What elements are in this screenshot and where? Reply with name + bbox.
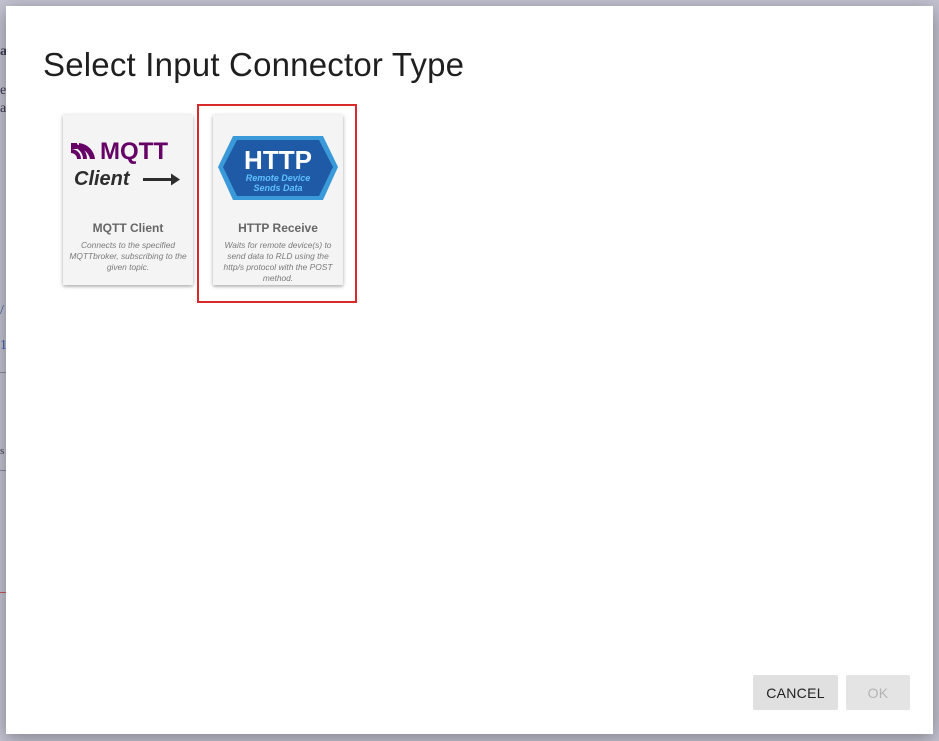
connector-card-http-receive[interactable]: HTTP Remote Device Sends Data HTTP Recei… xyxy=(213,115,343,285)
select-connector-dialog: Select Input Connector Type MQTT Client … xyxy=(6,6,933,734)
http-logo-subtext: Remote Device xyxy=(246,173,311,183)
http-logo-text: HTTP xyxy=(244,145,312,175)
ok-button[interactable]: OK xyxy=(846,675,910,710)
background-text: / xyxy=(0,303,4,318)
dialog-title: Select Input Connector Type xyxy=(43,46,465,83)
connector-name: HTTP Receive xyxy=(238,221,318,235)
connector-card-mqtt-client[interactable]: MQTT Client MQTT Client Connects to the … xyxy=(63,115,193,285)
cancel-button[interactable]: CANCEL xyxy=(753,675,838,710)
connector-description: Waits for remote device(s) to send data … xyxy=(223,240,333,283)
http-receive-logo: HTTP Remote Device Sends Data xyxy=(218,136,338,200)
client-logo-text: Client xyxy=(74,168,131,190)
http-logo-subtext: Sends Data xyxy=(253,183,302,193)
arrow-right-icon xyxy=(143,173,180,186)
mqtt-client-logo: MQTT Client xyxy=(71,138,180,190)
background-text: s xyxy=(0,445,5,457)
connector-description: Connects to the specified MQTTbroker, su… xyxy=(69,240,187,272)
mqtt-logo-text: MQTT xyxy=(100,138,168,165)
connector-name: MQTT Client xyxy=(92,221,164,235)
